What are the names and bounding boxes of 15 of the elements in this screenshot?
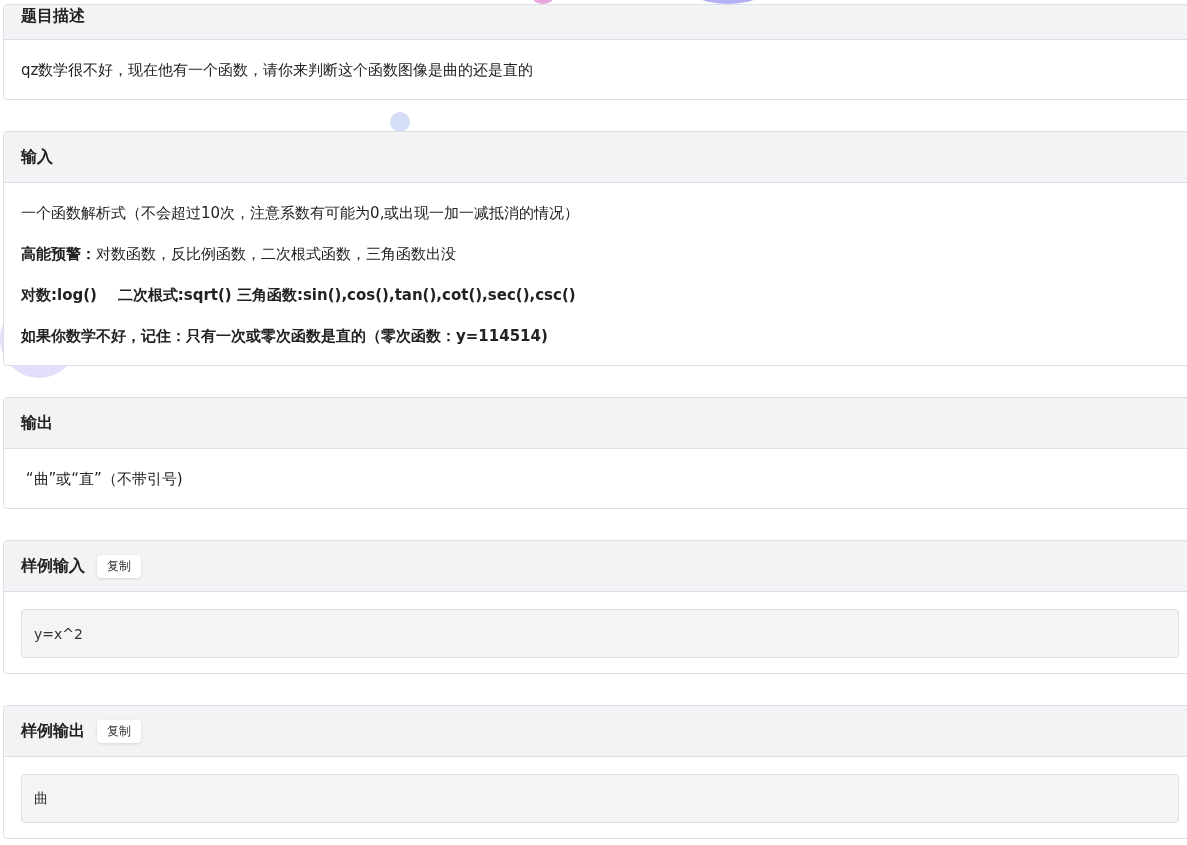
code-block: 曲 xyxy=(21,774,1179,823)
copy-button[interactable]: 复制 xyxy=(97,719,141,743)
section-title: 样例输入 xyxy=(21,555,85,577)
paragraph: “曲”或“直”（不带引号) xyxy=(24,469,184,490)
paragraph: 如果你数学不好，记住：只有一次或零次函数是直的（零次函数：y=114514) xyxy=(21,326,549,347)
code-block: y=x^2 xyxy=(21,609,1179,658)
paragraph: 高能预警：对数函数，反比例函数，二次根式函数，三角函数出没 xyxy=(21,244,457,265)
section-title: 题目描述 xyxy=(21,5,85,27)
paragraph: 对数:log() 二次根式:sqrt() 三角函数:sin(),cos(),tan(),cot(),sec(),csc() xyxy=(21,285,577,306)
section-title: 样例输出 xyxy=(21,720,85,742)
paragraph: 一个函数解析式（不会超过10次，注意系数有可能为0,或出现一加一减抵消的情况） xyxy=(21,203,581,224)
copy-button[interactable]: 复制 xyxy=(97,554,141,578)
section-title: 输出 xyxy=(21,412,53,434)
paragraph: qz数学很不好，现在他有一个函数，请你来判断这个函数图像是曲的还是直的 xyxy=(21,60,535,81)
section-title: 输入 xyxy=(21,146,53,168)
